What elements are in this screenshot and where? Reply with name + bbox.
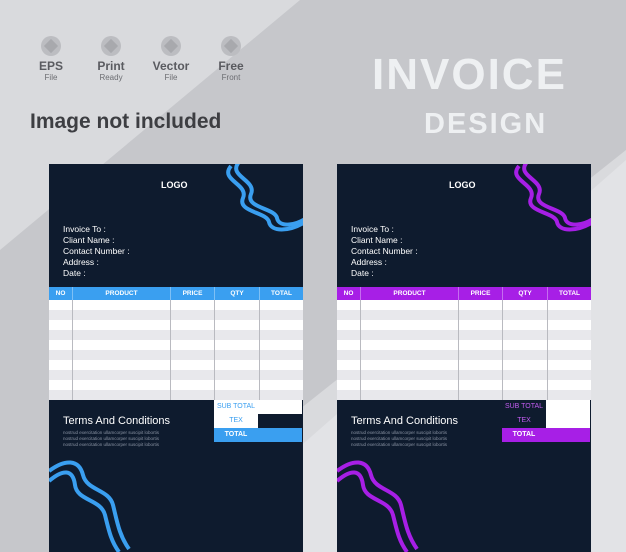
column-divider: [502, 300, 503, 400]
logo-text: LOGO: [161, 180, 188, 190]
print-icon: [101, 36, 121, 56]
customer-fields: Invoice To : Cliant Name : Contact Numbe…: [63, 224, 130, 279]
column-divider: [458, 300, 459, 400]
table-body: [337, 300, 591, 400]
table-row: [49, 330, 303, 340]
table-row: [337, 310, 591, 320]
table-row: [337, 350, 591, 360]
subtotal-label: SUB TOTAL: [214, 400, 258, 414]
field-contact-number: Contact Number :: [351, 246, 418, 256]
field-date: Date :: [63, 268, 86, 278]
col-qty: QTY: [503, 287, 548, 300]
terms-text: nostrud exercitation ullamcorper suscipi…: [63, 442, 160, 447]
wave-decoration-top: [514, 164, 591, 232]
free-icon: [221, 36, 241, 56]
column-divider: [259, 300, 260, 400]
feature-badges: EPS File Print Ready Vector File Free Fr…: [30, 36, 252, 83]
tax-label: TEX: [502, 414, 546, 428]
field-invoice-to: Invoice To :: [63, 224, 106, 234]
tax-row: TEX: [214, 414, 302, 428]
badge-vector: Vector File: [150, 36, 192, 83]
terms-title: Terms And Conditions: [351, 415, 458, 427]
total-label: TOTAL: [224, 431, 248, 438]
heading-invoice: INVOICE: [372, 50, 567, 99]
subtotal-value: [258, 400, 302, 414]
terms-text: nostrud exercitation ullamcorper suscipi…: [351, 442, 448, 447]
column-divider: [547, 300, 548, 400]
customer-fields: Invoice To : Cliant Name : Contact Numbe…: [351, 224, 418, 279]
col-product: PRODUCT: [73, 287, 171, 300]
column-divider: [214, 300, 215, 400]
subtotal-row: SUB TOTAL: [502, 400, 590, 414]
field-address: Address :: [351, 257, 387, 267]
wave-decoration-bottom: [49, 460, 131, 552]
badge-free: Free Front: [210, 36, 252, 83]
field-contact-number: Contact Number :: [63, 246, 130, 256]
table-row: [337, 370, 591, 380]
column-divider: [360, 300, 361, 400]
col-total: TOTAL: [558, 290, 581, 297]
col-product: PRODUCT: [361, 287, 459, 300]
table-row: [337, 330, 591, 340]
column-divider: [170, 300, 171, 400]
wave-decoration-bottom: [337, 460, 419, 552]
table-row: [49, 350, 303, 360]
column-divider: [72, 300, 73, 400]
field-client-name: Cliant Name :: [63, 235, 115, 245]
heading-design: DESIGN: [424, 108, 548, 140]
field-date: Date :: [351, 268, 374, 278]
col-no: NO: [49, 287, 73, 300]
tax-value: [546, 414, 590, 428]
subtotal-value: [546, 400, 590, 414]
table-row: [337, 390, 591, 400]
field-client-name: Cliant Name :: [351, 235, 403, 245]
col-price: PRICE: [171, 287, 215, 300]
vector-icon: [161, 36, 181, 56]
logo-text: LOGO: [449, 180, 476, 190]
badge-eps: EPS File: [30, 36, 72, 83]
field-address: Address :: [63, 257, 99, 267]
subtotal-label: SUB TOTAL: [502, 400, 546, 414]
eps-icon: [41, 36, 61, 56]
table-row: [49, 390, 303, 400]
table-header: NO PRODUCT PRICE QTY TOTAL: [337, 287, 591, 300]
subtotal-row: SUB TOTAL: [214, 400, 302, 414]
field-invoice-to: Invoice To :: [351, 224, 394, 234]
invoice-card-purple: LOGO Invoice To : Cliant Name : Contact …: [337, 164, 591, 552]
badge-print: Print Ready: [90, 36, 132, 83]
table-header: NO PRODUCT PRICE QTY TOTAL: [49, 287, 303, 300]
col-price: PRICE: [459, 287, 503, 300]
total-label: TOTAL: [512, 431, 536, 438]
invoice-card-blue: LOGO Invoice To : Cliant Name : Contact …: [49, 164, 303, 552]
col-total: TOTAL: [270, 290, 293, 297]
table-row: [49, 370, 303, 380]
col-qty: QTY: [215, 287, 260, 300]
wave-decoration-top: [226, 164, 303, 232]
image-notice: Image not included: [30, 110, 222, 133]
total-row: TOTAL: [502, 428, 590, 442]
tax-label: TEX: [214, 414, 258, 428]
table-row: [49, 310, 303, 320]
total-row: TOTAL: [214, 428, 302, 442]
terms-title: Terms And Conditions: [63, 415, 170, 427]
table-body: [49, 300, 303, 400]
col-no: NO: [337, 287, 361, 300]
tax-row: TEX: [502, 414, 590, 428]
